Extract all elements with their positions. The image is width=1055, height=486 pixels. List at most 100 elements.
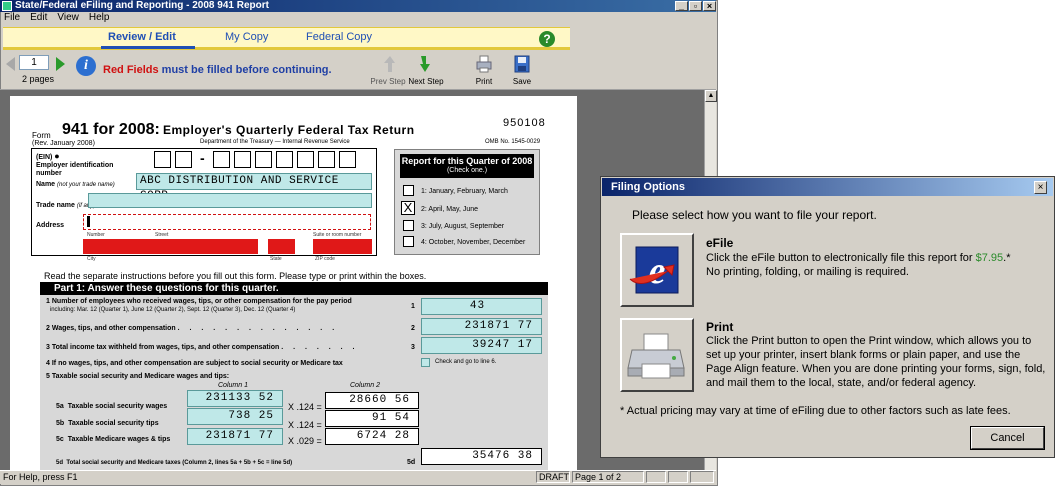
- next-step-button[interactable]: Next Step: [404, 54, 448, 88]
- ein-digit-4[interactable]: [234, 151, 251, 168]
- menu-edit[interactable]: Edit: [30, 12, 47, 23]
- tab-review-edit[interactable]: Review / Edit: [108, 31, 176, 43]
- text-cursor: [87, 216, 90, 227]
- menu-file[interactable]: File: [4, 12, 20, 23]
- ss-tips-col2-field[interactable]: 91 54: [325, 410, 419, 427]
- part1-header: Part 1: Answer these questions for this …: [40, 282, 548, 295]
- pricing-note: * Actual pricing may vary at time of eFi…: [620, 405, 1011, 417]
- employees-field[interactable]: 43: [421, 298, 542, 315]
- warning-text: must be filled before continuing.: [158, 64, 332, 76]
- ein-help-icon[interactable]: ●: [54, 151, 59, 161]
- withheld-field[interactable]: 39247 17: [421, 337, 542, 354]
- status-cell-2: [668, 471, 688, 483]
- menu-bar: File Edit View Help: [0, 12, 716, 24]
- efile-button[interactable]: e: [620, 233, 694, 307]
- form-revision: (Rev. January 2008): [32, 140, 95, 147]
- ein-sub-label: Employer identification number: [36, 162, 114, 177]
- number-sublabel: Number: [87, 232, 105, 238]
- tab-bar: Review / Edit My Copy Federal Copy ?: [3, 27, 570, 50]
- ein-digit-1[interactable]: [154, 151, 171, 168]
- printer-icon: [476, 55, 492, 73]
- next-step-icon: [420, 56, 430, 72]
- line5c-label: 5c Taxable Medicare wages & tips: [56, 436, 170, 444]
- required-fields-warning: Red Fields must be filled before continu…: [103, 64, 332, 76]
- previous-page-icon[interactable]: [6, 57, 15, 71]
- ein-digit-6[interactable]: [276, 151, 293, 168]
- line1-text: Number of employees who received wages, …: [51, 298, 352, 305]
- line3-label: 3 Total income tax withheld from wages, …: [46, 344, 359, 351]
- line4-checkbox[interactable]: [421, 358, 430, 367]
- state-sublabel: State: [270, 256, 282, 262]
- trade-word: Trade name: [36, 202, 75, 209]
- form-number: 950108: [503, 117, 546, 129]
- close-button[interactable]: ×: [703, 1, 716, 11]
- column1-header: Column 1: [218, 382, 248, 389]
- trade-name-field[interactable]: [88, 193, 372, 208]
- ein-digit-5[interactable]: [255, 151, 272, 168]
- help-icon[interactable]: ?: [539, 31, 555, 47]
- line5d-label: 5d Total social security and Medicare ta…: [56, 459, 292, 467]
- wages-field[interactable]: 231871 77: [421, 318, 542, 335]
- next-page-icon[interactable]: [56, 57, 65, 71]
- medicare-col2-field[interactable]: 6724 28: [325, 428, 419, 445]
- print-option-button[interactable]: [620, 318, 694, 392]
- line5c-multiplier: X .029 =: [288, 436, 322, 446]
- menu-help[interactable]: Help: [89, 12, 110, 23]
- city-field[interactable]: [83, 239, 258, 254]
- ss-wages-col1-field[interactable]: 231133 52: [187, 390, 283, 407]
- dialog-close-icon[interactable]: ×: [1034, 181, 1047, 194]
- ein-digit-3[interactable]: [213, 151, 230, 168]
- suite-sublabel: Suite or room number: [313, 232, 362, 238]
- quarter-2-label: 2: April, May, June: [421, 206, 479, 213]
- menu-view[interactable]: View: [57, 12, 79, 23]
- tab-federal-copy[interactable]: Federal Copy: [306, 31, 372, 43]
- save-button[interactable]: Save: [500, 54, 544, 88]
- state-field[interactable]: [268, 239, 295, 254]
- total-5d-field[interactable]: 35476 38: [421, 448, 542, 465]
- trade-name-label: Trade name (if any): [36, 202, 95, 209]
- line5d-box-number: 5d: [407, 459, 416, 466]
- save-label: Save: [512, 77, 532, 86]
- line5-number: 5: [46, 373, 50, 380]
- quarter-3-checkbox[interactable]: [403, 220, 414, 231]
- omb-number: OMB No. 1545-0029: [485, 139, 541, 145]
- status-draft: DRAFT: [536, 471, 570, 483]
- name-label: Name (not your trade name): [36, 181, 115, 188]
- form-word: Form: [32, 131, 51, 140]
- ein-digit-8[interactable]: [318, 151, 335, 168]
- quarter-2-checkbox[interactable]: X: [401, 201, 415, 215]
- ein-digit-9[interactable]: [339, 151, 356, 168]
- zip-field[interactable]: [313, 239, 372, 254]
- info-icon: i: [76, 56, 96, 76]
- tab-my-copy[interactable]: My Copy: [225, 31, 268, 43]
- medicare-col1-field[interactable]: 231871 77: [187, 428, 283, 445]
- line1-label: 1 Number of employees who received wages…: [46, 298, 386, 314]
- minimize-button[interactable]: _: [675, 1, 688, 11]
- quarter-1-checkbox[interactable]: [403, 185, 414, 196]
- next-step-label: Next Step: [408, 77, 444, 86]
- line5b-text: Taxable social security tips: [68, 420, 159, 427]
- cancel-button[interactable]: Cancel: [970, 426, 1045, 450]
- name-hint: (not your trade name): [57, 182, 115, 188]
- red-fields-label: Red Fields: [103, 64, 159, 76]
- line5c-number: 5c: [56, 436, 64, 443]
- page-number-input[interactable]: 1: [19, 55, 49, 70]
- ein-digit-2[interactable]: [175, 151, 192, 168]
- maximize-button[interactable]: ▫: [689, 1, 702, 11]
- efile-description: Click the eFile button to electronically…: [706, 251, 1046, 279]
- print-description: Click the Print button to open the Print…: [706, 335, 1046, 389]
- employer-name-field[interactable]: ABC DISTRIBUTION AND SERVICE CORP.: [136, 173, 372, 202]
- scroll-up-icon[interactable]: ▲: [705, 90, 717, 102]
- quarter-4-checkbox[interactable]: [403, 236, 414, 247]
- street-address-field[interactable]: [83, 214, 371, 230]
- dialog-title: Filing Options: [602, 178, 1053, 196]
- window-title: State/Federal eFiling and Reporting - 20…: [15, 0, 269, 11]
- print-title: Print: [706, 320, 734, 334]
- ein-digit-7[interactable]: [297, 151, 314, 168]
- ss-wages-col2-field[interactable]: 28660 56: [325, 392, 419, 409]
- line3-box-number: 3: [411, 344, 415, 351]
- ss-tips-col1-field[interactable]: 738 25: [187, 408, 283, 425]
- active-tab-indicator: [101, 46, 195, 49]
- line5d-text: Total social security and Medicare taxes…: [66, 460, 293, 466]
- zip-sublabel: ZIP code: [315, 256, 335, 262]
